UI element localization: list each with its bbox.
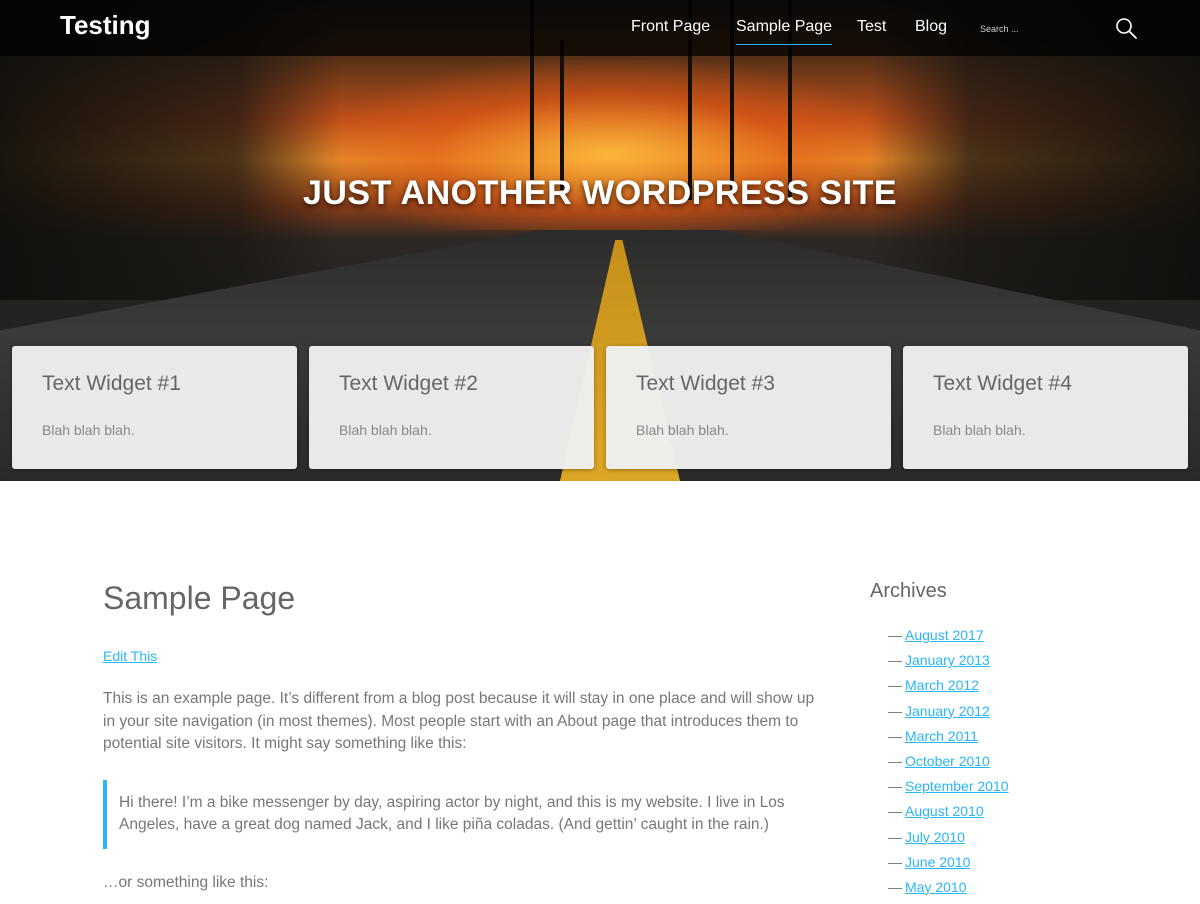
archive-link[interactable]: May 2010 — [905, 879, 966, 895]
widget-text: Blah blah blah. — [42, 422, 135, 438]
widget-text: Blah blah blah. — [339, 422, 432, 438]
nav-item-sample-page[interactable]: Sample Page — [736, 18, 833, 45]
text-widget-2: Text Widget #2 Blah blah blah. — [309, 346, 594, 469]
list-dash: — — [888, 853, 902, 870]
archive-link[interactable]: June 2010 — [905, 854, 970, 870]
archive-link[interactable]: October 2010 — [905, 753, 990, 769]
list-dash: — — [888, 627, 902, 643]
nav-item-test[interactable]: Test — [857, 18, 886, 36]
list-item: — January 2012 — [870, 703, 1130, 728]
page-blockquote: Hi there! I’m a bike messenger by day, a… — [103, 779, 828, 849]
widget-text: Blah blah blah. — [933, 422, 1026, 438]
archives-list: — August 2017 — January 2013 — March 2012 —… — [870, 627, 1130, 904]
list-dash: — — [888, 878, 902, 895]
list-dash: — — [888, 652, 902, 669]
page-title: Sample Page — [103, 580, 296, 616]
list-item: — September 2010 — [870, 778, 1130, 803]
palm-trunk — [560, 40, 564, 190]
list-item: — March 2011 — [870, 728, 1130, 753]
text-widget-1: Text Widget #1 Blah blah blah. — [12, 346, 297, 469]
archive-link[interactable]: March 2011 — [905, 728, 978, 744]
list-item: — January 2013 — [870, 652, 1130, 677]
nav-item-blog[interactable]: Blog — [915, 18, 947, 36]
search-input[interactable] — [976, 20, 1096, 38]
main-content: Sample Page Edit This This is an example… — [103, 578, 828, 892]
site-tagline: JUST ANOTHER WORDPRESS SITE — [302, 174, 898, 212]
hero-banner: JUST ANOTHER WORDPRESS SITE Text Widget … — [0, 0, 1200, 481]
list-item: — March 2012 — [870, 677, 1130, 702]
search-icon[interactable] — [1114, 16, 1138, 40]
widget-title: Text Widget #3 — [636, 372, 775, 395]
widget-title: Text Widget #2 — [339, 372, 478, 395]
list-item: — August 2010 — [870, 803, 1130, 828]
list-item: — July 2010 — [870, 829, 1130, 854]
archives-widget: Archives — August 2017 — January 2013 — Mar… — [870, 580, 1130, 904]
list-item: — June 2010 — [870, 854, 1130, 879]
nav-item-front-page[interactable]: Front Page — [631, 18, 710, 36]
list-dash: — — [888, 727, 902, 744]
widget-title: Text Widget #1 — [42, 372, 181, 395]
list-item: — May 2010 — [870, 879, 1130, 904]
list-dash: — — [888, 828, 902, 845]
list-dash: — — [888, 778, 902, 795]
archive-link[interactable]: January 2013 — [905, 652, 990, 668]
archives-title: Archives — [870, 580, 947, 602]
text-widget-4: Text Widget #4 Blah blah blah. — [903, 346, 1188, 469]
page-outro-paragraph: …or something like this: — [103, 873, 269, 891]
edit-page-link[interactable]: Edit This — [103, 648, 157, 664]
page-intro-paragraph: This is an example page. It’s different … — [103, 690, 815, 752]
archive-link[interactable]: March 2012 — [905, 677, 979, 693]
top-navigation-bar: Testing Front Page Sample Page Test Blog — [0, 0, 1200, 56]
list-item: — October 2010 — [870, 753, 1130, 778]
archive-link[interactable]: January 2012 — [905, 703, 990, 719]
list-dash: — — [888, 803, 902, 820]
widget-title: Text Widget #4 — [933, 372, 1072, 395]
widget-text: Blah blah blah. — [636, 422, 729, 438]
archive-link[interactable]: August 2010 — [905, 803, 984, 819]
archive-link[interactable]: July 2010 — [905, 829, 965, 845]
list-dash: — — [888, 752, 902, 769]
text-widget-3: Text Widget #3 Blah blah blah. — [606, 346, 891, 469]
archive-link[interactable]: September 2010 — [905, 778, 1009, 794]
list-dash: — — [888, 677, 902, 694]
list-item: — August 2017 — [870, 627, 1130, 652]
archive-link[interactable]: August 2017 — [905, 627, 984, 643]
list-dash: — — [888, 702, 902, 719]
